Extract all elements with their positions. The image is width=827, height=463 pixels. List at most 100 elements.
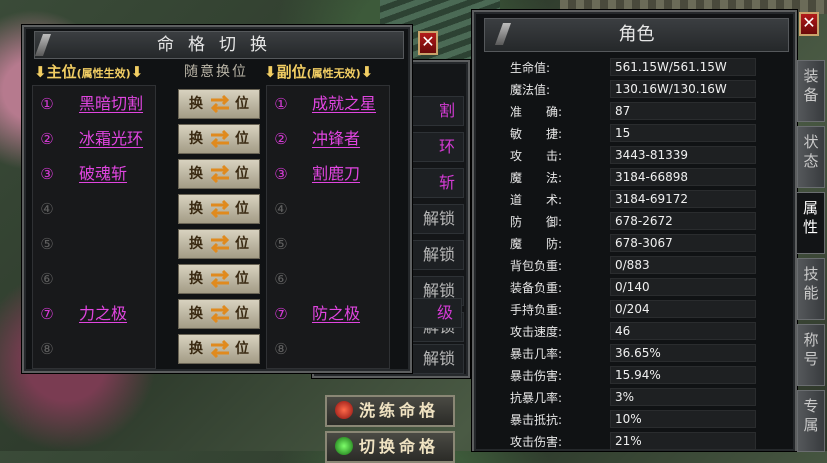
swap-label-left: 换 [189,306,203,322]
stat-label: 魔 法: [510,171,563,185]
main-slot-header: ⬇主位(属性生效)⬇ [34,61,143,83]
main-slot-note: (属性生效) [76,67,131,80]
stat-value: 678-3067 [610,234,756,252]
side-tab[interactable]: 属性 [797,192,825,254]
arrow-down-icon: ⬇ [360,63,374,81]
side-tab[interactable]: 装备 [797,60,825,122]
swap-label-left: 换 [189,201,203,217]
main-slot-number: ① [40,95,54,113]
swap-button[interactable]: 换 位 [178,89,260,119]
stat-label: 装备负重: [510,281,563,295]
stat-row: 装备负重: 0/140 [510,278,770,298]
main-slot-number: ⑦ [40,305,54,323]
stat-label: 暴击几率: [510,347,563,361]
swap-arrows-icon [210,164,230,184]
sub-slot-skill[interactable]: 成就之星 [312,89,376,119]
sub-slot-number: ① [274,95,288,113]
side-tab[interactable]: 技能 [797,258,825,320]
stat-row: 道 术: 3184-69172 [510,190,770,210]
stat-value: 15 [610,124,756,142]
swap-label-left: 换 [189,271,203,287]
side-tab[interactable]: 称号 [797,324,825,386]
swap-label-left: 换 [189,341,203,357]
stat-value: 0/883 [610,256,756,274]
stat-label: 防 御: [510,215,563,229]
stat-row: 生命值: 561.15W/561.15W [510,58,770,78]
switch-icon [335,437,353,455]
character-title: 角色 [484,18,789,52]
main-slot-label: 主位 [46,63,77,81]
stat-row: 敏 捷: 15 [510,124,770,144]
sub-slot-note: (属性无效) [306,67,361,80]
stat-label: 准 确: [510,105,563,119]
stat-value: 3% [610,388,756,406]
swap-label-right: 位 [235,131,249,147]
main-slot-number: ④ [40,200,54,218]
stat-row: 暴击几率: 36.65% [510,344,770,364]
refine-fate-button[interactable]: 洗练命格 [325,395,455,427]
swap-button[interactable]: 换 位 [178,299,260,329]
refine-icon [335,401,353,419]
side-tab[interactable]: 专属 [797,390,825,452]
stat-value: 46 [610,322,756,340]
swap-button[interactable]: 换 位 [178,159,260,189]
swap-button[interactable]: 换 位 [178,124,260,154]
character-close-button[interactable]: ✕ [799,12,819,36]
stat-value: 87 [610,102,756,120]
main-slot-skill[interactable]: 破魂斩 [79,159,127,189]
stat-label: 攻击伤害: [510,435,563,449]
side-tab-label: 技能 [803,265,819,302]
swap-label-right: 位 [235,236,249,252]
swap-label-right: 位 [235,96,249,112]
close-button[interactable]: ✕ [418,31,438,55]
stat-label: 攻 击: [510,149,563,163]
main-slot-number: ⑤ [40,235,54,253]
refine-fate-label: 洗练命格 [358,401,439,420]
swap-arrows-icon [210,234,230,254]
sub-slot-number: ⑦ [274,305,288,323]
swap-arrows-icon [210,339,230,359]
swap-button[interactable]: 换 位 [178,194,260,224]
swap-arrows-icon [210,199,230,219]
main-slot-skill[interactable]: 黑暗切割 [79,89,143,119]
side-tab-label: 称号 [803,331,819,368]
side-tab[interactable]: 状态 [797,126,825,188]
main-slot-number: ⑥ [40,270,54,288]
side-tab-label: 装备 [803,67,819,104]
swap-button[interactable]: 换 位 [178,334,260,364]
swap-label-right: 位 [235,166,249,182]
stat-value: 3184-66898 [610,168,756,186]
swap-arrows-icon [210,94,230,114]
stat-row: 准 确: 87 [510,102,770,122]
swap-button[interactable]: 换 位 [178,264,260,294]
main-slot-skill[interactable]: 冰霜光环 [79,124,143,154]
switch-fate-button[interactable]: 切换命格 [325,431,455,463]
stat-label: 暴击抵抗: [510,413,563,427]
sub-slot-header: ⬇副位(属性无效)⬇ [264,61,373,83]
swap-label-left: 换 [189,131,203,147]
stat-row: 暴击抵抗: 10% [510,410,770,430]
stat-value: 3443-81339 [610,146,756,164]
sub-slot-number: ④ [274,200,288,218]
sub-slot-skill[interactable]: 冲锋者 [312,124,360,154]
stat-row: 攻击速度: 46 [510,322,770,342]
arrow-down-icon: ⬇ [264,63,277,81]
sub-slot-skill[interactable]: 防之极 [312,299,360,329]
stat-value: 3184-69172 [610,190,756,208]
sub-slot-skill[interactable]: 割鹿刀 [312,159,360,189]
stat-row: 防 御: 678-2672 [510,212,770,232]
swap-arrows-icon [210,304,230,324]
stat-label: 抗暴几率: [510,391,563,405]
character-window: 角色 生命值: 561.15W/561.15W 魔法值: 130.16W/130.… [472,10,797,451]
sub-slot-number: ⑥ [274,270,288,288]
stat-value: 21% [610,432,756,450]
stat-value: 0/140 [610,278,756,296]
stat-value: 0/204 [610,300,756,318]
stat-row: 攻击伤害: 21% [510,432,770,452]
stat-label: 背包负重: [510,259,563,273]
main-slot-skill[interactable]: 力之极 [79,299,127,329]
window-title-text: 命格切换 [157,35,281,55]
swap-button[interactable]: 换 位 [178,229,260,259]
stat-row: 手持负重: 0/204 [510,300,770,320]
stat-label: 道 术: [510,193,563,207]
